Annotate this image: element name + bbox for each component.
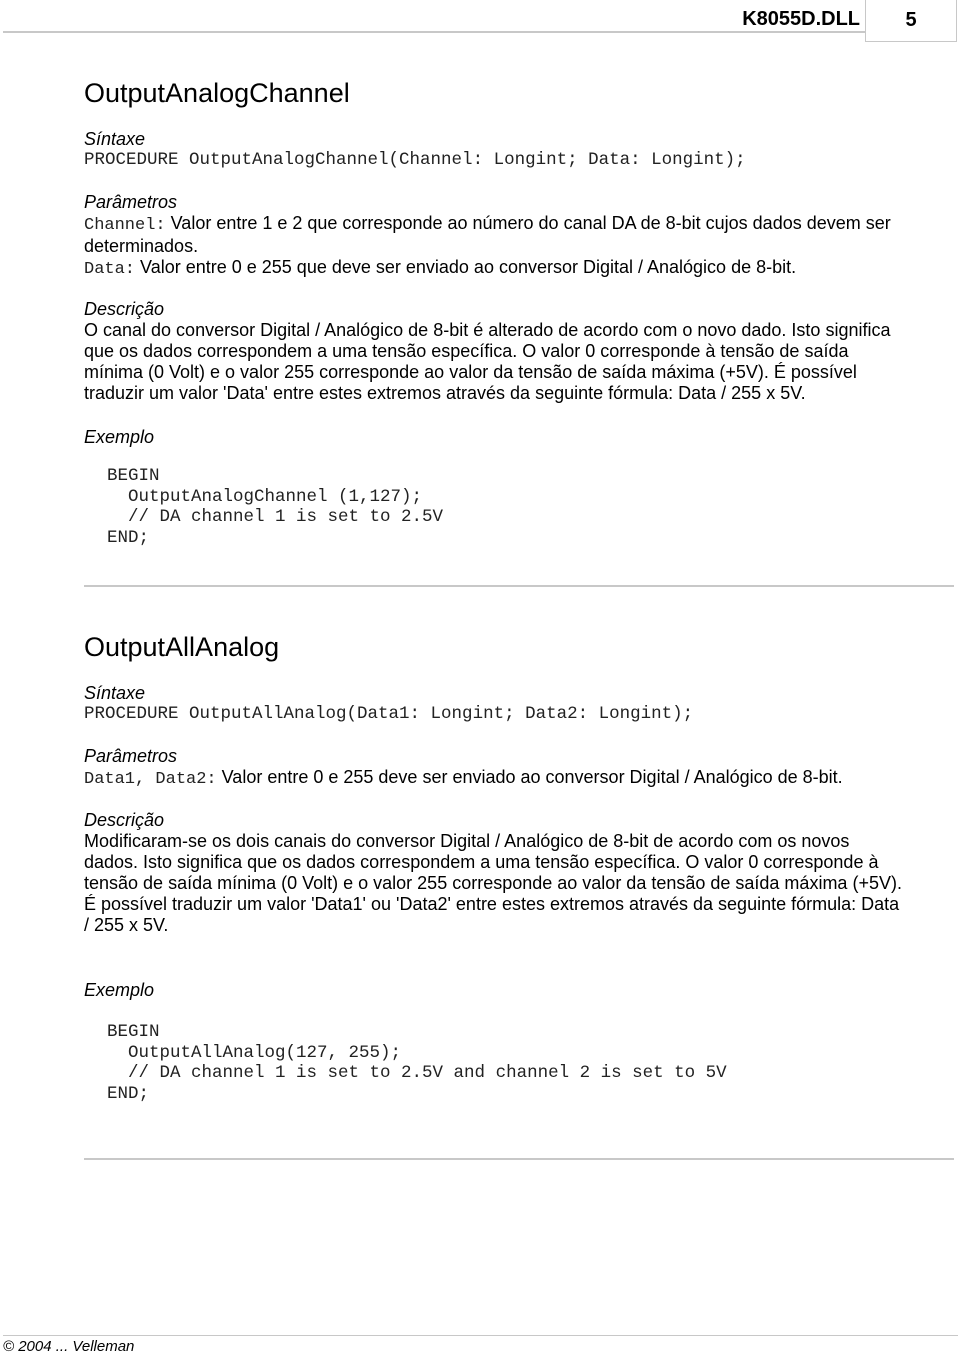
example-label: Exemplo — [84, 980, 155, 1000]
params-block: Parâmetros Channel: Valor entre 1 e 2 qu… — [84, 192, 960, 280]
description-label: Descrição — [84, 810, 165, 830]
param-desc: Valor entre 0 e 255 deve ser enviado ao … — [221, 767, 843, 787]
param-data: Data: Valor entre 0 e 255 que deve ser e… — [84, 257, 960, 280]
section-output-analog-channel: OutputAnalogChannel — [84, 77, 960, 109]
params-label: Parâmetros — [84, 746, 178, 766]
param-desc: Valor entre 1 e 2 que corresponde ao núm… — [84, 213, 891, 256]
example-block: Exemplo — [84, 980, 960, 1001]
header-rule — [3, 31, 865, 33]
syntax-block: Síntaxe PROCEDURE OutputAnalogChannel(Ch… — [84, 129, 960, 171]
section-title: OutputAnalogChannel — [84, 78, 350, 108]
description-block: Descrição O canal do conversor Digital /… — [84, 299, 960, 404]
syntax-code: PROCEDURE OutputAnalogChannel(Channel: L… — [84, 150, 746, 170]
description-text: O canal do conversor Digital / Analógico… — [84, 320, 891, 403]
section-divider — [84, 1158, 954, 1160]
footer-copyright: © 2004 ... Velleman — [3, 1338, 135, 1355]
example-code-block: BEGIN OutputAnalogChannel (1,127); // DA… — [107, 466, 960, 548]
description-block: Descrição Modificaram-se os dois canais … — [84, 810, 960, 936]
section-divider — [84, 585, 954, 587]
section-title: OutputAllAnalog — [84, 632, 280, 662]
section-output-all-analog: OutputAllAnalog — [84, 631, 960, 663]
param-name: Data: — [84, 260, 136, 279]
param-name: Data1, Data2: — [84, 770, 217, 789]
example-label: Exemplo — [84, 427, 155, 447]
params-block: Parâmetros Data1, Data2: Valor entre 0 e… — [84, 746, 960, 790]
example-code: BEGIN OutputAnalogChannel (1,127); // DA… — [107, 466, 444, 548]
page-number: 5 — [865, 0, 957, 42]
param-channel: Channel: Valor entre 1 e 2 que correspon… — [84, 213, 960, 257]
param-desc: Valor entre 0 e 255 que deve ser enviado… — [140, 257, 797, 277]
description-label: Descrição — [84, 299, 165, 319]
param-data1-data2: Data1, Data2: Valor entre 0 e 255 deve s… — [84, 767, 960, 790]
param-name: Channel: — [84, 216, 166, 235]
syntax-block: Síntaxe PROCEDURE OutputAllAnalog(Data1:… — [84, 683, 960, 725]
example-block: Exemplo — [84, 427, 960, 448]
example-code: BEGIN OutputAllAnalog(127, 255); // DA c… — [107, 1022, 727, 1104]
example-code-block: BEGIN OutputAllAnalog(127, 255); // DA c… — [107, 1022, 960, 1104]
syntax-code: PROCEDURE OutputAllAnalog(Data1: Longint… — [84, 704, 694, 724]
document-title: K8055D.DLL — [742, 8, 860, 30]
description-text: Modificaram-se os dois canais do convers… — [84, 831, 902, 935]
footer-rule — [3, 1335, 958, 1336]
syntax-label: Síntaxe — [84, 129, 146, 149]
syntax-label: Síntaxe — [84, 683, 146, 703]
params-label: Parâmetros — [84, 192, 178, 212]
